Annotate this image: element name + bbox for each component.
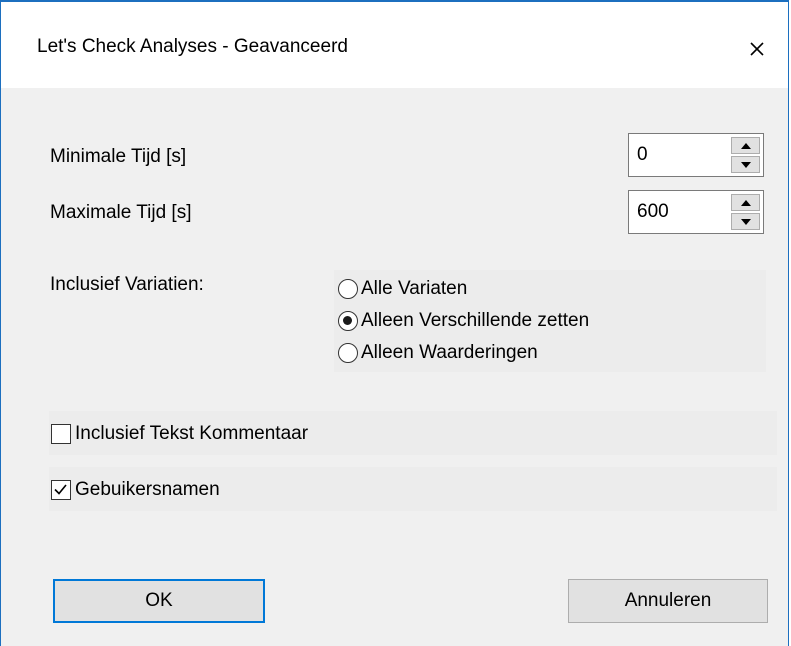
checkbox-box <box>51 480 71 500</box>
triangle-down-icon <box>740 218 751 225</box>
min-time-label: Minimale Tijd [s] <box>50 146 187 167</box>
radio-label: Alleen Verschillende zetten <box>361 310 590 331</box>
radio-alle-variaten[interactable]: Alle Variaten <box>338 274 467 304</box>
radio-label: Alleen Waarderingen <box>361 342 538 363</box>
radio-circle-alle-variaten <box>338 279 358 299</box>
checkbox-inclusief-tekst-kommentaar[interactable]: Inclusief Tekst Kommentaar <box>51 418 308 450</box>
max-time-down-button[interactable] <box>731 213 760 230</box>
radio-circle-alleen-verschillende-zetten <box>338 311 358 331</box>
dialog-window: Let's Check Analyses - Geavanceerd Minim… <box>0 0 789 646</box>
close-button[interactable] <box>740 32 774 66</box>
min-time-spinner[interactable]: 0 <box>628 133 764 177</box>
triangle-up-icon <box>740 199 751 206</box>
variations-label: Inclusief Variatien: <box>50 274 204 295</box>
max-time-value[interactable]: 600 <box>637 201 669 223</box>
title-bar: Let's Check Analyses - Geavanceerd <box>1 0 788 88</box>
cancel-button[interactable]: Annuleren <box>568 579 768 623</box>
radio-circle-alleen-waarderingen <box>338 343 358 363</box>
min-time-value[interactable]: 0 <box>637 144 648 166</box>
min-time-down-button[interactable] <box>731 156 760 173</box>
variations-radio-group: Alle Variaten Alleen Verschillende zette… <box>334 270 766 372</box>
close-icon <box>750 42 764 56</box>
checkbox-label: Inclusief Tekst Kommentaar <box>75 423 309 444</box>
checkmark-icon <box>54 484 67 495</box>
checkbox-gebuikersnamen[interactable]: Gebuikersnamen <box>51 474 220 506</box>
max-time-spin-buttons <box>731 194 760 230</box>
triangle-up-icon <box>740 142 751 149</box>
max-time-up-button[interactable] <box>731 194 760 211</box>
triangle-down-icon <box>740 161 751 168</box>
min-time-up-button[interactable] <box>731 137 760 154</box>
checkbox-label: Gebuikersnamen <box>75 479 220 500</box>
max-time-spinner[interactable]: 600 <box>628 190 764 234</box>
ok-button[interactable]: OK <box>53 579 265 623</box>
min-time-spin-buttons <box>731 137 760 173</box>
radio-label: Alle Variaten <box>361 278 468 299</box>
max-time-label: Maximale Tijd [s] <box>50 202 192 223</box>
checkbox-box <box>51 424 71 444</box>
radio-alleen-waarderingen[interactable]: Alleen Waarderingen <box>338 338 538 368</box>
radio-alleen-verschillende-zetten[interactable]: Alleen Verschillende zetten <box>338 306 589 336</box>
window-title: Let's Check Analyses - Geavanceerd <box>37 36 348 57</box>
